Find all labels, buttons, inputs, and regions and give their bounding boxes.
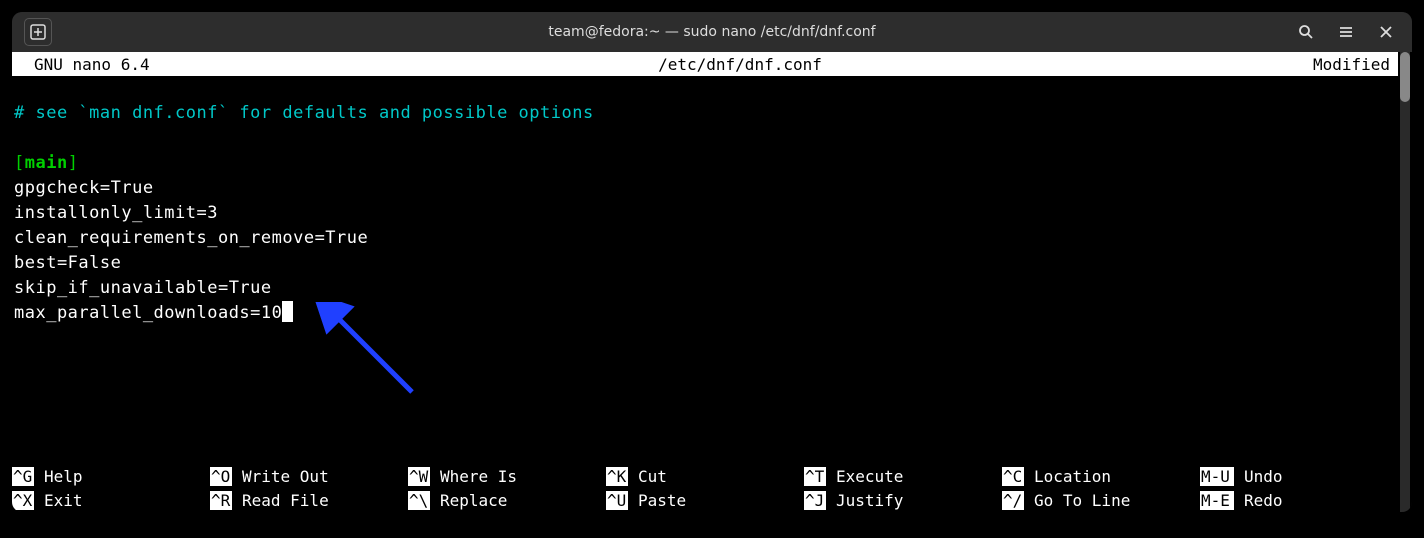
editor-content: GNU nano 6.4 /etc/dnf/dnf.conf Modified … bbox=[12, 52, 1412, 512]
shortcut-label: Paste bbox=[638, 491, 686, 510]
shortcut-label: Where Is bbox=[440, 467, 517, 486]
config-line: max_parallel_downloads=10 bbox=[14, 303, 282, 323]
shortcut-label: Replace bbox=[440, 491, 507, 510]
shortcut-key: ^C bbox=[1002, 467, 1024, 486]
shortcut-key: ^J bbox=[804, 491, 826, 510]
nano-status: Modified bbox=[1268, 55, 1398, 74]
titlebar: team@fedora:~ — sudo nano /etc/dnf/dnf.c… bbox=[12, 12, 1412, 52]
shortcut-label: Help bbox=[44, 467, 83, 486]
search-button[interactable] bbox=[1290, 16, 1322, 48]
nano-header: GNU nano 6.4 /etc/dnf/dnf.conf Modified bbox=[12, 52, 1398, 76]
scrollbar-thumb[interactable] bbox=[1400, 52, 1410, 102]
section-close-bracket: ] bbox=[68, 153, 79, 173]
terminal-window: team@fedora:~ — sudo nano /etc/dnf/dnf.c… bbox=[12, 12, 1412, 512]
section-name: main bbox=[25, 153, 68, 173]
search-icon bbox=[1298, 24, 1314, 40]
menu-button[interactable] bbox=[1330, 16, 1362, 48]
plus-box-icon bbox=[30, 24, 46, 40]
shortcut-key: ^U bbox=[606, 491, 628, 510]
shortcut-execute[interactable]: ^T Execute bbox=[804, 467, 1002, 486]
config-line: skip_if_unavailable=True bbox=[14, 278, 272, 298]
text-cursor bbox=[282, 301, 293, 322]
scrollbar-track[interactable] bbox=[1400, 52, 1410, 512]
shortcut-row-2: ^X Exit ^R Read File ^\ Replace ^U Paste bbox=[12, 488, 1398, 512]
shortcut-key: ^/ bbox=[1002, 491, 1024, 510]
shortcut-label: Location bbox=[1034, 467, 1111, 486]
config-line: gpgcheck=True bbox=[14, 178, 154, 198]
shortcut-key: ^T bbox=[804, 467, 826, 486]
shortcut-label: Execute bbox=[836, 467, 903, 486]
new-tab-button[interactable] bbox=[22, 16, 54, 48]
config-line: best=False bbox=[14, 253, 121, 273]
close-icon bbox=[1378, 24, 1394, 40]
shortcut-key: ^R bbox=[210, 491, 232, 510]
shortcut-cut[interactable]: ^K Cut bbox=[606, 467, 804, 486]
shortcut-undo[interactable]: M-U Undo bbox=[1200, 467, 1398, 486]
shortcut-key: M-E bbox=[1200, 491, 1234, 510]
shortcut-label: Exit bbox=[44, 491, 83, 510]
shortcut-key: M-U bbox=[1200, 467, 1234, 486]
nano-filename: /etc/dnf/dnf.conf bbox=[212, 55, 1268, 74]
shortcut-label: Justify bbox=[836, 491, 903, 510]
file-content[interactable]: # see `man dnf.conf` for defaults and po… bbox=[12, 76, 1398, 351]
shortcut-label: Cut bbox=[638, 467, 667, 486]
shortcut-key: ^X bbox=[12, 491, 34, 510]
shortcut-label: Go To Line bbox=[1034, 491, 1130, 510]
shortcut-row-1: ^G Help ^O Write Out ^W Where Is ^K Cut bbox=[12, 464, 1398, 488]
shortcut-help[interactable]: ^G Help bbox=[12, 467, 210, 486]
shortcut-write-out[interactable]: ^O Write Out bbox=[210, 467, 408, 486]
shortcut-key: ^\ bbox=[408, 491, 430, 510]
shortcut-label: Read File bbox=[242, 491, 329, 510]
shortcut-go-to-line[interactable]: ^/ Go To Line bbox=[1002, 491, 1200, 510]
shortcut-replace[interactable]: ^\ Replace bbox=[408, 491, 606, 510]
config-line: clean_requirements_on_remove=True bbox=[14, 228, 368, 248]
titlebar-left bbox=[20, 16, 220, 48]
shortcut-label: Write Out bbox=[242, 467, 329, 486]
window-title: team@fedora:~ — sudo nano /etc/dnf/dnf.c… bbox=[220, 24, 1204, 40]
shortcut-label: Undo bbox=[1244, 467, 1283, 486]
section-open-bracket: [ bbox=[14, 153, 25, 173]
config-line: installonly_limit=3 bbox=[14, 203, 218, 223]
close-button[interactable] bbox=[1370, 16, 1402, 48]
nano-app-version: GNU nano 6.4 bbox=[12, 55, 212, 74]
comment-line: # see `man dnf.conf` for defaults and po… bbox=[14, 103, 594, 123]
shortcut-where-is[interactable]: ^W Where Is bbox=[408, 467, 606, 486]
titlebar-right bbox=[1204, 16, 1404, 48]
shortcut-key: ^W bbox=[408, 467, 430, 486]
shortcut-bar: ^G Help ^O Write Out ^W Where Is ^K Cut bbox=[12, 464, 1398, 512]
shortcut-exit[interactable]: ^X Exit bbox=[12, 491, 210, 510]
shortcut-paste[interactable]: ^U Paste bbox=[606, 491, 804, 510]
hamburger-icon bbox=[1338, 24, 1354, 40]
shortcut-justify[interactable]: ^J Justify bbox=[804, 491, 1002, 510]
shortcut-label: Redo bbox=[1244, 491, 1283, 510]
shortcut-key: ^G bbox=[12, 467, 34, 486]
shortcut-redo[interactable]: M-E Redo bbox=[1200, 491, 1398, 510]
terminal-body[interactable]: GNU nano 6.4 /etc/dnf/dnf.conf Modified … bbox=[12, 52, 1412, 512]
shortcut-location[interactable]: ^C Location bbox=[1002, 467, 1200, 486]
shortcut-key: ^K bbox=[606, 467, 628, 486]
shortcut-read-file[interactable]: ^R Read File bbox=[210, 491, 408, 510]
shortcut-key: ^O bbox=[210, 467, 232, 486]
